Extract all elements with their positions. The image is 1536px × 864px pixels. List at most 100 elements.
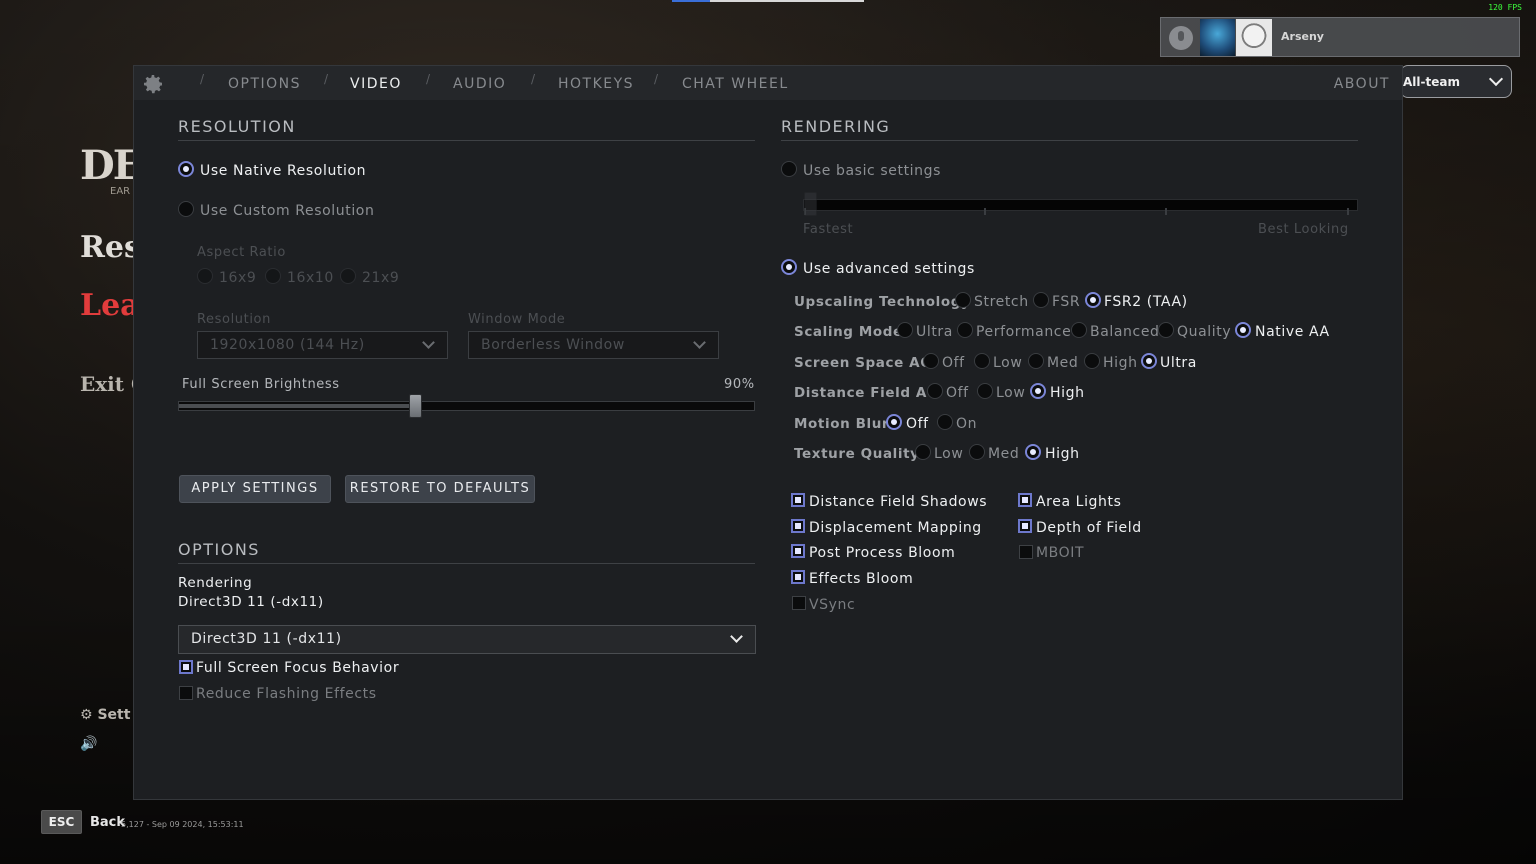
esc-key-badge[interactable]: ESC (41, 810, 82, 834)
microphone-icon[interactable] (1169, 26, 1193, 50)
menu-item-settings[interactable]: ⚙ Sett (80, 707, 130, 723)
scaling-native-aa-radio[interactable] (1235, 322, 1251, 338)
aspect-21x9-radio[interactable] (340, 268, 356, 284)
rendering-api-current: Direct3D 11 (-dx11) (178, 594, 324, 610)
reduce-flashing-checkbox[interactable] (179, 686, 193, 700)
native-resolution-radio[interactable] (178, 161, 194, 177)
hero-avatar (1200, 19, 1235, 56)
advanced-settings-label: Use advanced settings (803, 261, 975, 277)
texture-med-radio[interactable] (969, 444, 985, 460)
ssao-low-label: Low (993, 355, 1023, 371)
dfao-high-radio[interactable] (1030, 383, 1046, 399)
scaling-balanced-label: Balanced (1090, 324, 1160, 340)
distance-field-shadows-checkbox[interactable] (791, 493, 805, 507)
window-mode-value: Borderless Window (481, 337, 625, 353)
fullscreen-focus-checkbox[interactable] (179, 660, 193, 674)
scaling-performance-radio[interactable] (957, 322, 973, 338)
tab-audio[interactable]: AUDIO (453, 76, 506, 92)
motion-blur-off-radio[interactable] (886, 414, 902, 430)
tab-separator: / (200, 72, 205, 86)
depth-of-field-label: Depth of Field (1036, 520, 1142, 536)
aspect-16x9-radio[interactable] (197, 268, 213, 284)
gear-icon: ⚙ (80, 707, 98, 723)
tab-video[interactable]: VIDEO (350, 76, 402, 92)
post-process-bloom-label: Post Process Bloom (809, 545, 956, 561)
tab-hotkeys[interactable]: HOTKEYS (558, 76, 634, 92)
rendering-title: RENDERING (781, 117, 891, 136)
motion-blur-on-radio[interactable] (937, 414, 953, 430)
post-process-bloom-checkbox[interactable] (791, 544, 805, 558)
rendering-api-dropdown[interactable]: Direct3D 11 (-dx11) (178, 625, 756, 654)
area-lights-checkbox[interactable] (1018, 493, 1032, 507)
volume-icon[interactable]: 🔊 (80, 736, 97, 752)
displacement-mapping-checkbox[interactable] (791, 519, 805, 533)
advanced-settings-radio[interactable] (781, 259, 797, 275)
fullscreen-focus-label: Full Screen Focus Behavior (196, 660, 400, 676)
fps-counter: 120 FPS (1488, 3, 1522, 12)
apply-settings-button[interactable]: APPLY SETTINGS (179, 475, 331, 503)
mboit-label: MBOIT (1036, 545, 1085, 561)
tab-options[interactable]: OPTIONS (228, 76, 301, 92)
depth-of-field-checkbox[interactable] (1018, 519, 1032, 533)
resolution-dropdown[interactable]: 1920x1080 (144 Hz) (197, 331, 448, 359)
chevron-down-icon (422, 336, 435, 349)
restore-defaults-button[interactable]: RESTORE TO DEFAULTS (345, 475, 535, 503)
tab-separator: / (531, 72, 536, 86)
aspect-ratio-label: Aspect Ratio (197, 245, 286, 260)
back-button[interactable]: Back (90, 815, 125, 830)
ssao-low-radio[interactable] (974, 353, 990, 369)
displacement-mapping-label: Displacement Mapping (809, 520, 982, 536)
settings-modal: / OPTIONS / VIDEO / AUDIO / HOTKEYS / CH… (133, 65, 1403, 800)
ssao-ultra-radio[interactable] (1141, 353, 1157, 369)
ssao-high-radio[interactable] (1084, 353, 1100, 369)
aspect-16x9-label: 16x9 (219, 270, 257, 286)
basic-quality-slider[interactable] (803, 199, 1358, 215)
scaling-performance-label: Performance (976, 324, 1072, 340)
chevron-down-icon (1488, 71, 1504, 87)
slider-tick (984, 208, 986, 215)
gear-icon[interactable] (141, 72, 165, 96)
tab-about[interactable]: ABOUT (1334, 76, 1390, 92)
ssao-off-radio[interactable] (923, 353, 939, 369)
tab-separator: / (426, 72, 431, 86)
scaling-quality-label: Quality (1177, 324, 1232, 340)
brightness-slider-handle[interactable] (408, 394, 422, 418)
aspect-16x10-radio[interactable] (265, 268, 281, 284)
basic-settings-radio[interactable] (781, 161, 797, 177)
vsync-label: VSync (809, 597, 856, 613)
dfao-high-label: High (1050, 385, 1085, 401)
game-logo-subtitle: EAR (110, 186, 131, 197)
texture-quality-label: Texture Quality (794, 446, 920, 462)
upscaling-fsr2-label: FSR2 (TAA) (1104, 294, 1188, 310)
texture-high-radio[interactable] (1025, 444, 1041, 460)
basic-quality-handle[interactable] (804, 192, 817, 216)
team-chat-select[interactable]: All-team (1400, 65, 1512, 98)
texture-low-radio[interactable] (915, 444, 931, 460)
ssao-med-radio[interactable] (1028, 353, 1044, 369)
dfao-off-radio[interactable] (927, 383, 943, 399)
scaling-ultra-radio[interactable] (897, 322, 913, 338)
custom-resolution-radio[interactable] (178, 201, 194, 217)
aspect-16x10-label: 16x10 (287, 270, 334, 286)
brightness-slider[interactable] (178, 401, 755, 411)
build-info: 5,127 - Sep 09 2024, 15:53:11 (121, 820, 244, 829)
upscaling-fsr2-radio[interactable] (1085, 292, 1101, 308)
scaling-quality-radio[interactable] (1158, 322, 1174, 338)
effects-bloom-checkbox[interactable] (791, 570, 805, 584)
tab-bar: / OPTIONS / VIDEO / AUDIO / HOTKEYS / CH… (134, 66, 1402, 100)
window-mode-dropdown[interactable]: Borderless Window (468, 331, 719, 359)
upscaling-stretch-radio[interactable] (955, 292, 971, 308)
ssao-high-label: High (1103, 355, 1138, 371)
scaling-balanced-radio[interactable] (1071, 322, 1087, 338)
mboit-checkbox[interactable] (1019, 545, 1033, 559)
user-avatar (1236, 19, 1272, 56)
menu-item-resume[interactable]: Res (80, 230, 141, 265)
tab-chat-wheel[interactable]: CHAT WHEEL (682, 76, 789, 92)
ssao-med-label: Med (1047, 355, 1079, 371)
dfao-low-radio[interactable] (977, 383, 993, 399)
window-mode-label: Window Mode (468, 312, 566, 327)
slider-max-label: Best Looking (1258, 222, 1349, 237)
upscaling-stretch-label: Stretch (974, 294, 1029, 310)
vsync-checkbox[interactable] (792, 596, 806, 610)
upscaling-fsr-radio[interactable] (1033, 292, 1049, 308)
